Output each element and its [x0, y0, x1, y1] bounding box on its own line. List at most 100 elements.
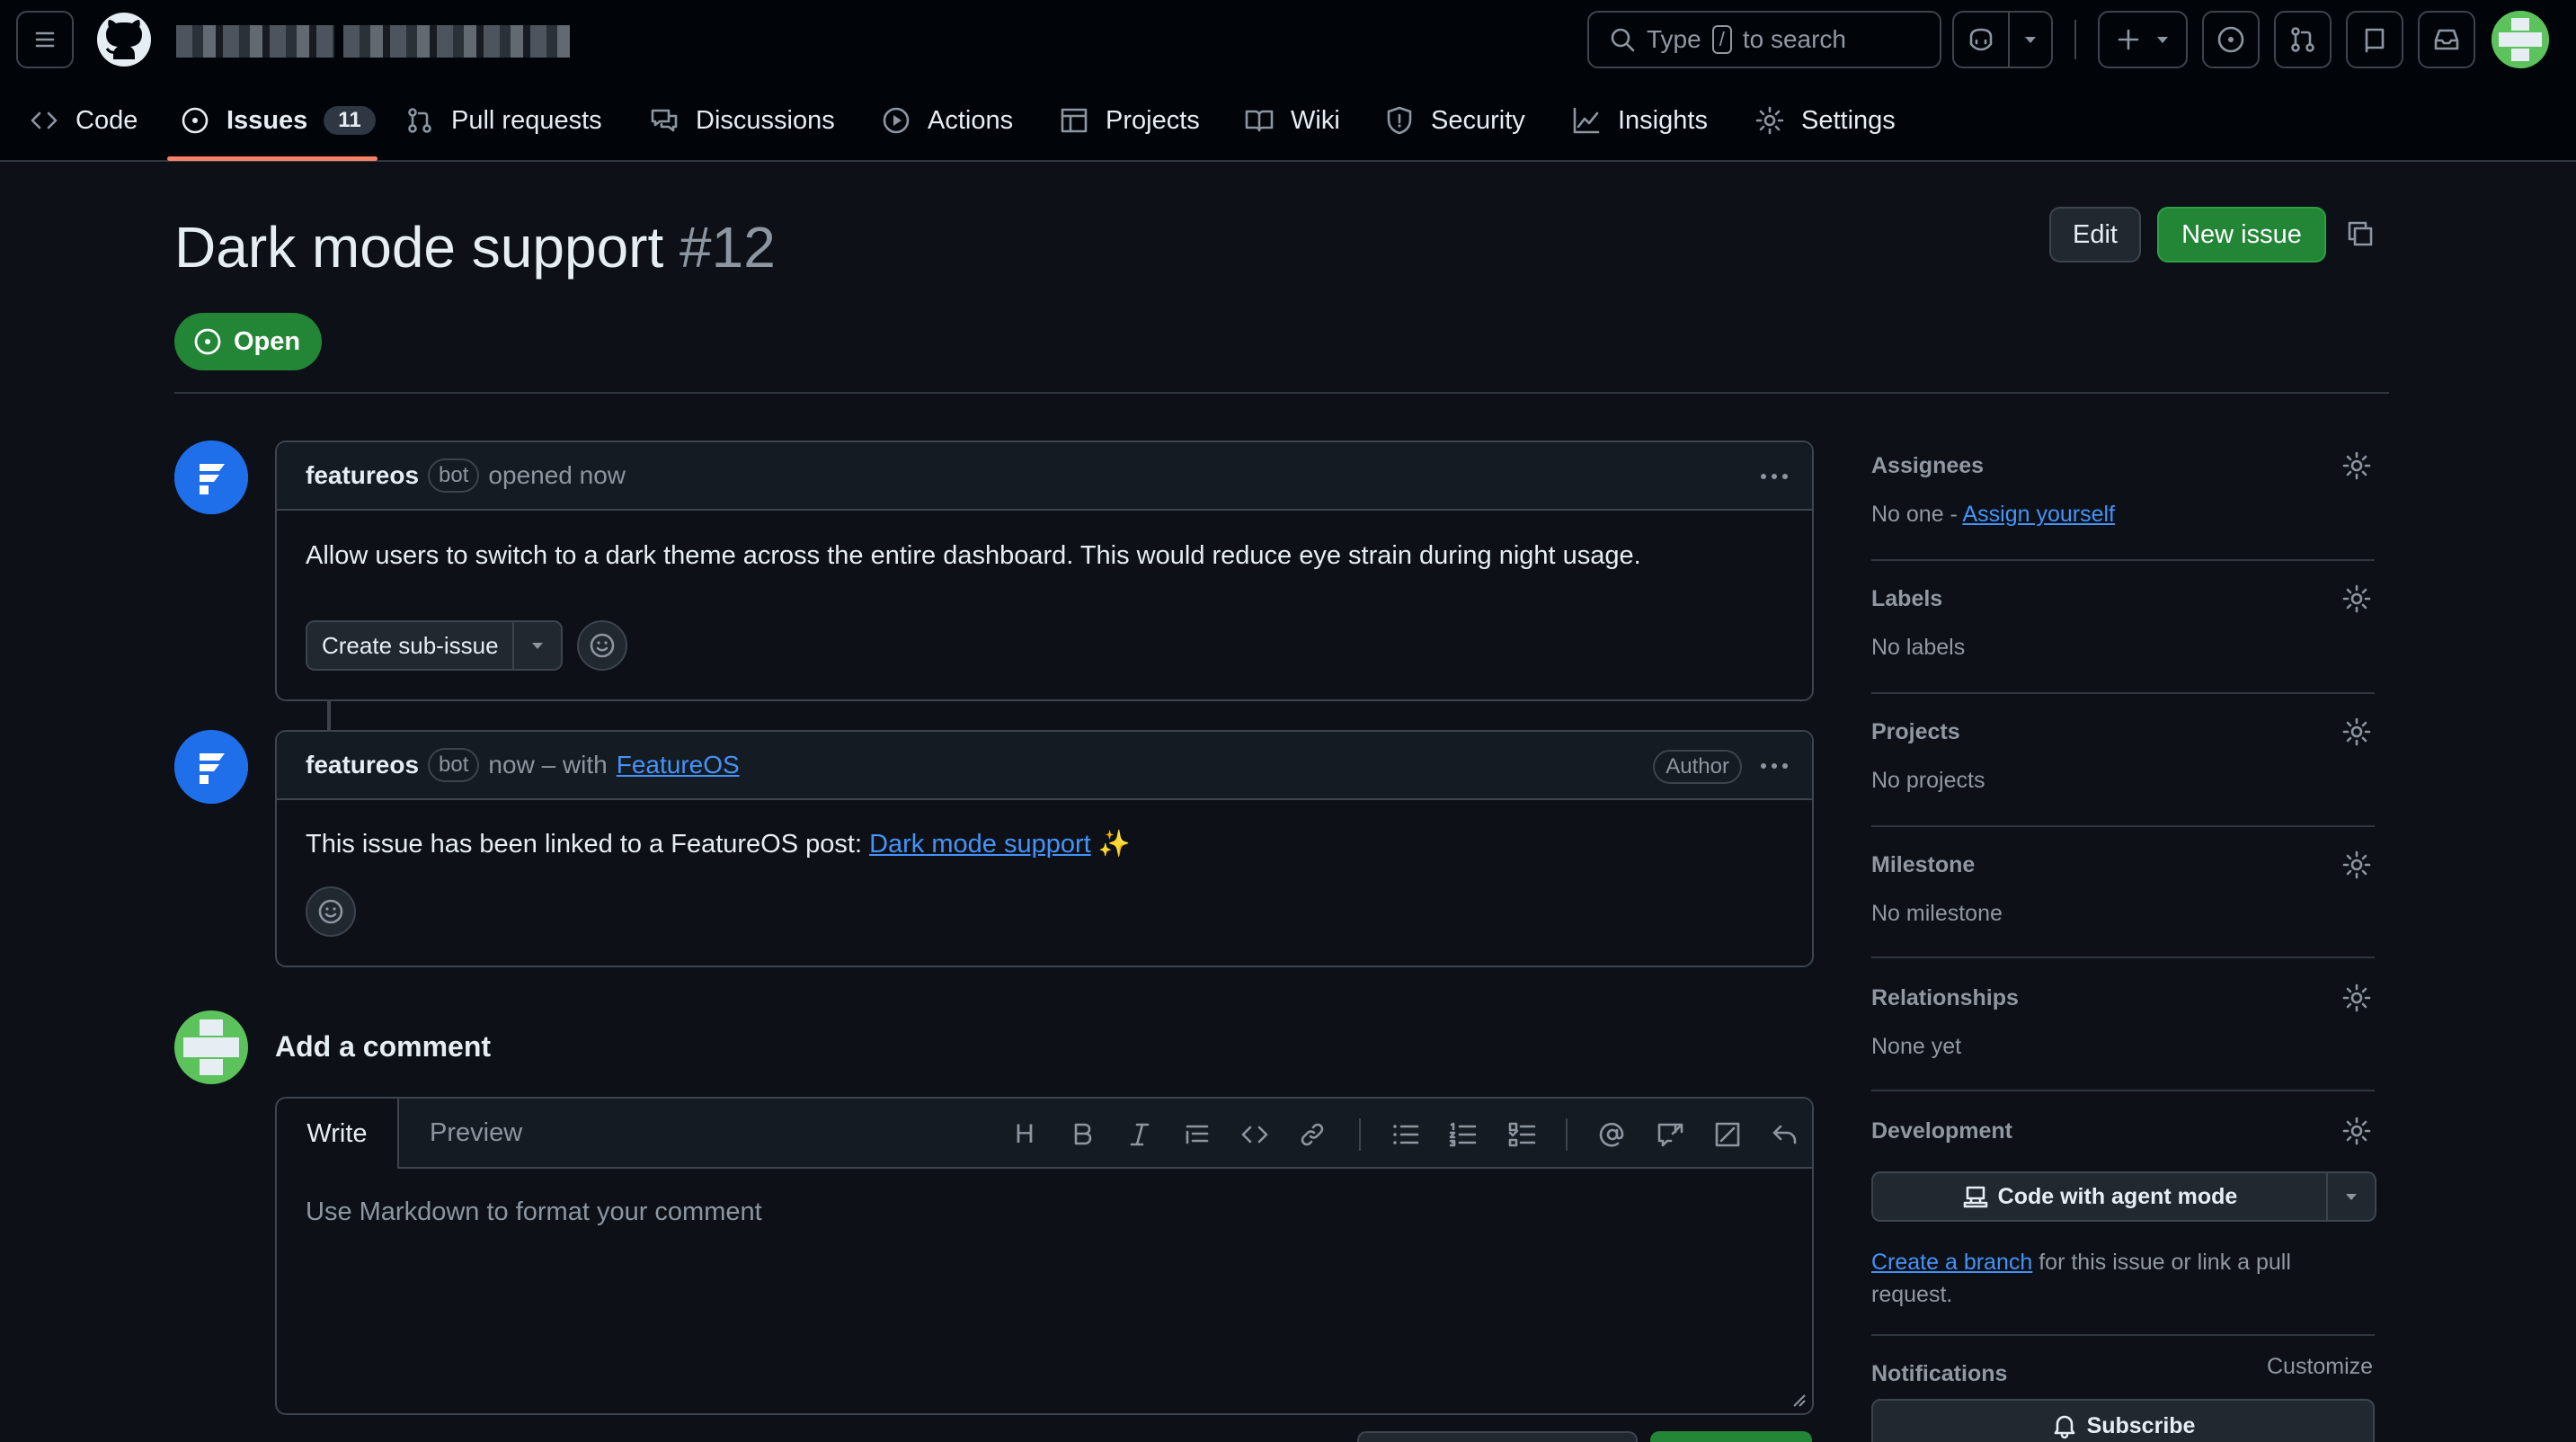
- chevron-down-icon: [2025, 37, 2036, 43]
- sub-issue-dropdown[interactable]: [514, 638, 561, 653]
- table-icon: [1061, 108, 1088, 133]
- copy-link-button[interactable]: [2344, 218, 2376, 250]
- comment-meta[interactable]: now – with: [488, 751, 607, 779]
- featureos-post-link[interactable]: Dark mode support: [869, 830, 1091, 859]
- sidebar-divider: [1871, 825, 2375, 827]
- add-reaction-button[interactable]: [306, 886, 356, 937]
- code-with-agent-button[interactable]: Code with agent mode: [1871, 1171, 2376, 1222]
- comment-author[interactable]: featureos: [306, 461, 419, 490]
- repo-name-redacted[interactable]: [343, 25, 570, 58]
- tab-wiki[interactable]: Wiki: [1244, 99, 1340, 142]
- customize-notifications-link[interactable]: Customize: [2267, 1354, 2373, 1380]
- subscribe-label: Subscribe: [2086, 1412, 2196, 1438]
- quote-button[interactable]: [1179, 1117, 1215, 1153]
- edit-button[interactable]: Edit: [2049, 207, 2141, 263]
- bot-avatar[interactable]: [174, 730, 248, 804]
- github-logo[interactable]: [95, 11, 153, 68]
- editor-tab-bar: Write Preview H: [277, 1099, 1812, 1169]
- reply-icon: [1715, 1122, 1740, 1147]
- cross-reference-button[interactable]: [1652, 1117, 1688, 1153]
- code-button[interactable]: [1237, 1117, 1273, 1153]
- create-new-button[interactable]: [2098, 11, 2188, 68]
- issue-body-comment: featureos bot opened now Allow users to …: [275, 441, 1814, 701]
- link-button[interactable]: [1294, 1117, 1330, 1153]
- task-list-button[interactable]: [1505, 1117, 1541, 1153]
- menu-button[interactable]: [16, 11, 74, 68]
- gear-icon[interactable]: [2341, 982, 2373, 1014]
- tab-security[interactable]: Security: [1384, 99, 1525, 142]
- italic-button[interactable]: [1122, 1117, 1158, 1153]
- notifications-heading: Notifications: [1871, 1361, 2008, 1386]
- bot-avatar[interactable]: [174, 441, 248, 514]
- tab-discussions[interactable]: Discussions: [649, 99, 835, 142]
- agent-dropdown[interactable]: [2328, 1189, 2375, 1204]
- gear-icon: [1755, 106, 1784, 135]
- gear-icon[interactable]: [2341, 1115, 2373, 1147]
- mention-icon: [1599, 1122, 1624, 1147]
- tab-issues[interactable]: Issues 11: [180, 99, 376, 142]
- create-branch-link[interactable]: Create a branch: [1871, 1250, 2032, 1275]
- gear-icon[interactable]: [2341, 849, 2373, 881]
- unordered-list-button[interactable]: [1388, 1117, 1424, 1153]
- current-user-avatar[interactable]: [174, 1010, 248, 1084]
- linked-post-comment: featureos bot now – with FeatureOS Autho…: [275, 730, 1814, 967]
- branch-help-text-1: for this issue or link a pull: [2039, 1250, 2291, 1275]
- heading-button[interactable]: H: [1007, 1117, 1043, 1153]
- chevron-down-icon: [2346, 1194, 2357, 1200]
- tab-write[interactable]: Write: [277, 1099, 399, 1169]
- chevron-down-icon: [2157, 37, 2168, 43]
- subscribe-button[interactable]: Subscribe: [1871, 1399, 2375, 1442]
- saved-replies-button[interactable]: [1710, 1117, 1745, 1153]
- comment-submit-button[interactable]: [1650, 1431, 1812, 1442]
- kebab-horizontal-icon[interactable]: [1756, 752, 1792, 780]
- author-badge: Author: [1653, 750, 1742, 784]
- assign-yourself-link[interactable]: Assign yourself: [1962, 502, 2115, 527]
- cross-reference-icon: [1657, 1123, 1683, 1147]
- relationships-heading: Relationships: [1871, 985, 2019, 1010]
- inbox-button[interactable]: [2418, 11, 2475, 68]
- comment-body-text: This issue has been linked to a FeatureO…: [306, 830, 863, 859]
- ordered-list-button[interactable]: [1445, 1117, 1481, 1153]
- tasklist-icon: [1508, 1122, 1536, 1147]
- bold-icon: [1074, 1123, 1092, 1145]
- owner-name-redacted[interactable]: [176, 25, 334, 58]
- tab-label: Security: [1431, 105, 1525, 135]
- comment-author[interactable]: featureos: [306, 751, 419, 779]
- undo-icon: [1772, 1125, 1797, 1144]
- mention-button[interactable]: [1594, 1117, 1630, 1153]
- your-pull-requests-button[interactable]: [2274, 11, 2332, 68]
- new-issue-button[interactable]: New issue: [2157, 207, 2326, 263]
- create-sub-issue-button[interactable]: Create sub-issue: [306, 620, 563, 671]
- tab-code[interactable]: Code: [29, 99, 138, 142]
- resize-handle-icon[interactable]: [1790, 1392, 1807, 1408]
- comment-textarea[interactable]: Use Markdown to format your comment: [306, 1197, 762, 1227]
- kebab-horizontal-icon[interactable]: [1756, 462, 1792, 491]
- tab-settings[interactable]: Settings: [1754, 99, 1896, 142]
- tab-pull-requests[interactable]: Pull requests: [404, 99, 602, 142]
- tab-preview[interactable]: Preview: [430, 1118, 522, 1148]
- copilot-button[interactable]: [1952, 11, 2053, 68]
- tab-actions[interactable]: Actions: [881, 99, 1013, 142]
- featureos-app-link[interactable]: FeatureOS: [617, 751, 740, 779]
- gear-icon[interactable]: [2341, 716, 2373, 748]
- plus-icon: [2118, 29, 2139, 50]
- tab-label: Settings: [1801, 105, 1896, 135]
- search-input[interactable]: Type / to search: [1587, 11, 1941, 68]
- tab-insights[interactable]: Insights: [1571, 99, 1708, 142]
- repositories-button[interactable]: [2346, 11, 2403, 68]
- gear-icon[interactable]: [2341, 450, 2373, 482]
- repo-icon: [2365, 28, 2385, 53]
- bot-badge: bot: [428, 748, 480, 782]
- bold-button[interactable]: [1064, 1117, 1100, 1153]
- tab-projects[interactable]: Projects: [1059, 99, 1200, 142]
- add-reaction-button[interactable]: [577, 620, 627, 671]
- close-issue-button[interactable]: [1357, 1431, 1638, 1442]
- tab-label: Projects: [1106, 105, 1200, 135]
- projects-heading: Projects: [1871, 719, 1960, 744]
- title-divider: [174, 392, 2389, 394]
- undo-button[interactable]: [1767, 1117, 1803, 1153]
- comment-meta[interactable]: opened now: [488, 461, 626, 490]
- gear-icon[interactable]: [2341, 583, 2373, 615]
- your-issues-button[interactable]: [2202, 11, 2260, 68]
- user-avatar[interactable]: [2492, 11, 2549, 68]
